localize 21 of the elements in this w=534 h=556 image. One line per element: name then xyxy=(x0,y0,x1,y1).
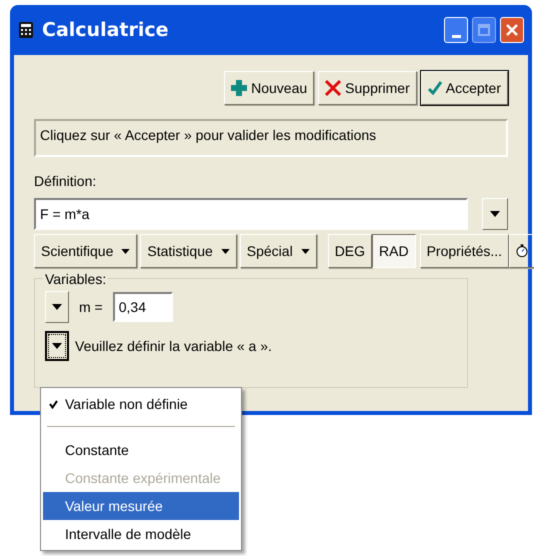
definition-label: Définition: xyxy=(34,172,98,191)
function-menu-button[interactable]: Statistique xyxy=(140,234,237,268)
menu-item[interactable]: Variable non définie xyxy=(43,390,239,418)
variable-value-field[interactable]: 0,34 xyxy=(112,292,173,322)
properties-button[interactable]: Propriétés... xyxy=(420,234,510,268)
menu-item[interactable]: Constante xyxy=(43,436,239,464)
variable-name: m = xyxy=(79,298,103,316)
definition-field[interactable]: F = m*a xyxy=(34,198,468,230)
menu-item: Constante expérimentale xyxy=(64,468,222,488)
status-message: Cliquez sur « Accepter » pour valider les modifications xyxy=(34,119,508,157)
accept-button[interactable]: Accepter xyxy=(420,71,508,105)
function-menu-button[interactable]: Scientifique xyxy=(34,234,138,268)
menu-item[interactable]: Intervalle de modèle xyxy=(43,520,239,548)
angle-mode-toggle[interactable]: RAD xyxy=(372,234,416,268)
delete-button[interactable]: Supprimer xyxy=(318,71,417,105)
menu-item[interactable]: Valeur mesurée xyxy=(43,492,239,520)
new-button[interactable]: Nouveau xyxy=(224,71,314,105)
angle-mode-toggle[interactable]: DEG xyxy=(328,234,372,268)
variable-prompt: Veuillez définir la variable « a ». xyxy=(75,336,272,356)
function-menu-button[interactable]: Spécial xyxy=(240,234,317,268)
window-title: Calculatrice xyxy=(42,18,169,43)
